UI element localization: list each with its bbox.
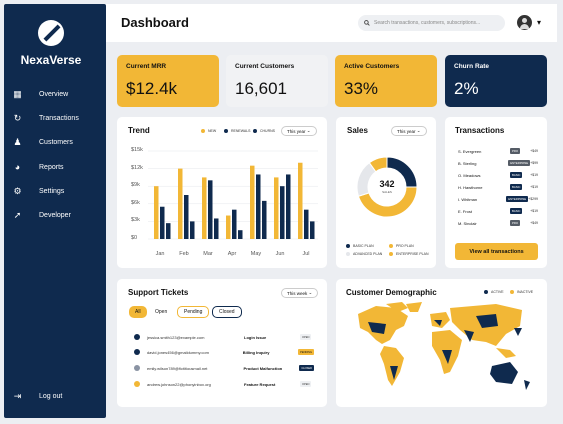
x-tick: May	[250, 251, 262, 257]
bar-new-may	[250, 165, 255, 239]
transactions-title: Transactions	[455, 126, 505, 135]
map-region	[406, 302, 422, 312]
transaction-row[interactable]: E. Frost BASIC +$19	[458, 208, 538, 214]
filter-pending[interactable]: Pending	[177, 306, 210, 318]
sales-center-label: SALES	[382, 190, 392, 194]
bar-renewals-jan	[160, 206, 165, 239]
status-dot	[134, 381, 140, 387]
bar-churns-mar	[214, 218, 219, 239]
transaction-row[interactable]: S. Evergreen PRO +$49	[458, 148, 538, 154]
map-region	[496, 348, 516, 358]
bar-renewals-apr	[232, 209, 237, 239]
filter-open[interactable]: Open	[150, 306, 172, 318]
legend-basic-plan: BASIC PLAN	[346, 244, 374, 248]
world-map	[358, 302, 530, 390]
bar-new-jul	[298, 162, 303, 239]
legend-advanced-plan: ADVANCED PLAN	[346, 252, 382, 256]
legend-active: ACTIVE	[484, 290, 504, 294]
x-tick: Feb	[179, 251, 189, 257]
transaction-row[interactable]: H. Hawthorne BASIC +$19	[458, 184, 538, 190]
bar-churns-may	[262, 200, 267, 239]
x-tick: Jan	[155, 251, 165, 257]
bar-churns-jan	[166, 223, 171, 239]
bar-churns-jun	[286, 174, 291, 239]
bar-new-jun	[274, 177, 279, 239]
sales-range-select[interactable]: This year ⌄	[391, 126, 427, 136]
map-region	[514, 328, 522, 336]
legend-inactive: INACTIVE	[510, 290, 533, 294]
bar-churns-apr	[238, 230, 243, 239]
sales-title: Sales	[347, 126, 368, 135]
ticket-row[interactable]: david.jones456@gmaildummy.com Billing Inq…	[134, 347, 314, 357]
view-all-transactions-button[interactable]: View all transactions	[455, 243, 538, 260]
ticket-row[interactable]: andrew.johnson22@phonyinbox.org Feature R…	[134, 379, 314, 389]
filter-closed[interactable]: Closed	[212, 306, 242, 318]
support-tickets-title: Support Tickets	[128, 288, 189, 297]
bar-new-feb	[178, 168, 183, 239]
customer-demographic-title: Customer Demographic	[346, 288, 437, 297]
bar-churns-feb	[190, 221, 195, 239]
map-region	[490, 362, 518, 384]
status-dot	[134, 334, 140, 340]
filter-all[interactable]: All	[129, 306, 147, 318]
transaction-row[interactable]: B. Sterling ENTERPRISE +$99	[458, 160, 538, 166]
x-tick: Jun	[275, 251, 285, 257]
ticket-row[interactable]: jessica.smith123@example.com Login Issue O…	[134, 332, 314, 342]
bar-new-apr	[226, 215, 231, 239]
bar-renewals-may	[256, 174, 261, 239]
bar-new-jan	[154, 186, 159, 239]
ticket-row[interactable]: emily.wilson789@fictitiousmail.net Produc…	[134, 363, 314, 373]
legend-enterprise-plan: ENTERPRISE PLAN	[389, 252, 428, 256]
x-tick: Jul	[302, 251, 310, 257]
bar-churns-jul	[310, 221, 315, 239]
bar-renewals-mar	[208, 180, 213, 239]
tickets-range-select[interactable]: This week ⌄	[281, 288, 319, 298]
bar-new-mar	[202, 177, 207, 239]
transaction-row[interactable]: O. Meadows BASIC +$19	[458, 172, 538, 178]
map-region	[524, 380, 530, 390]
x-tick: Apr	[227, 251, 237, 257]
sales-center-value: 342	[379, 179, 395, 189]
transaction-row[interactable]: I. Whitman ENTERPRISE +$299	[458, 196, 538, 202]
transaction-row[interactable]: M. Sinclair PRO +$49	[458, 220, 538, 226]
bar-renewals-feb	[184, 195, 189, 239]
bar-renewals-jul	[304, 209, 309, 239]
x-tick: Mar	[203, 251, 213, 257]
legend-pro-plan: PRO PLAN	[389, 244, 414, 248]
status-dot	[134, 365, 140, 371]
status-dot	[134, 349, 140, 355]
bar-renewals-jun	[280, 186, 285, 239]
